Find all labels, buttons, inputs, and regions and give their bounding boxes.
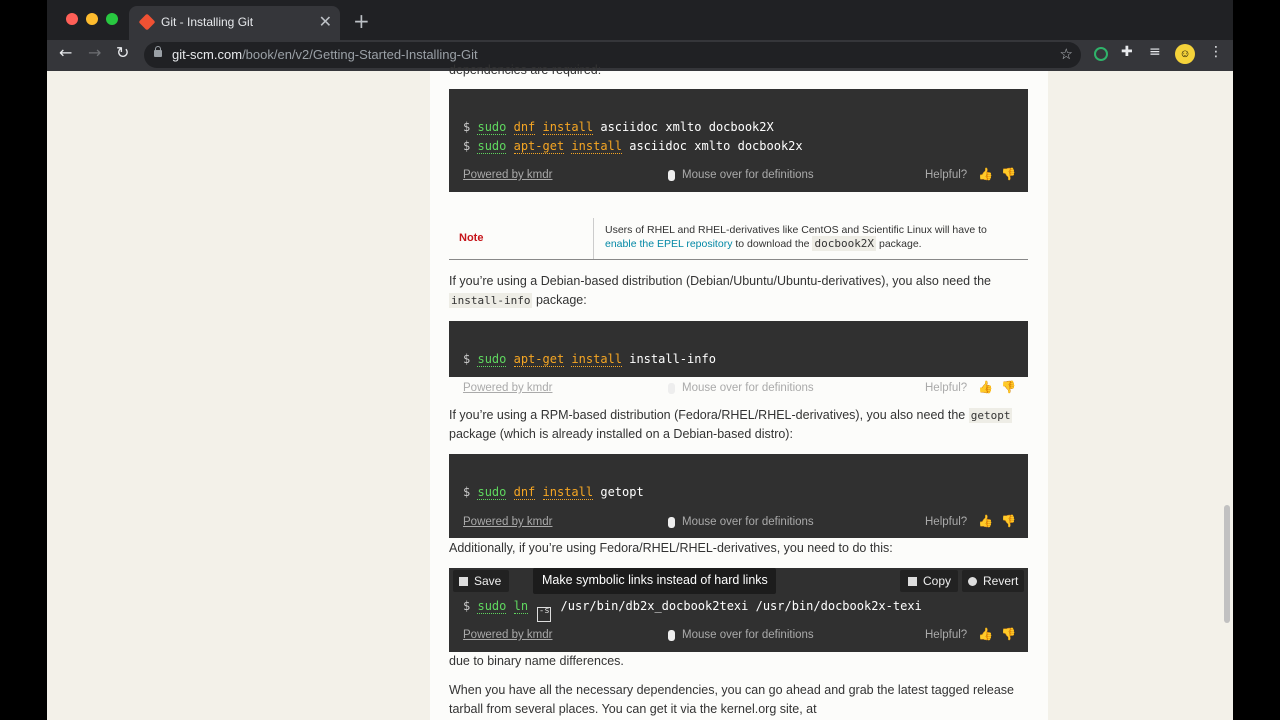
powered-by-link[interactable]: Powered by kmdr [463, 516, 552, 528]
thumbs-down-icon[interactable]: 👎 [1001, 627, 1016, 641]
tab-bar: Git - Installing Git ✕ + [47, 0, 1233, 40]
minimize-window-button[interactable] [86, 13, 98, 25]
close-window-button[interactable] [66, 13, 78, 25]
url-domain: git-scm.com [172, 47, 243, 62]
save-button[interactable]: Save [453, 570, 509, 592]
extensions-puzzle-icon[interactable]: ✚ [1121, 44, 1133, 60]
mouse-icon [668, 383, 675, 394]
mouse-icon [668, 517, 675, 528]
screen: Git - Installing Git ✕ + ← → ↻ git-scm.c… [0, 0, 1280, 720]
powered-by-link[interactable]: Powered by kmdr [463, 382, 552, 394]
browser-toolbar: ← → ↻ git-scm.com/book/en/v2/Getting-Sta… [47, 40, 1233, 71]
thumbs-down-icon[interactable]: 👎 [1001, 514, 1016, 528]
page-viewport: dependencies are required: $ sudo dnf in… [47, 63, 1233, 720]
back-arrow-icon[interactable]: ← [59, 43, 72, 62]
mouseover-hint: Mouse over for definitions [682, 169, 814, 181]
forward-arrow-icon[interactable]: → [88, 43, 101, 62]
lock-icon [154, 46, 162, 57]
code-footer: Powered by kmdr Mouse over for definitio… [463, 380, 1016, 398]
command-line-1: $ sudo dnf install asciidoc xmlto docboo… [463, 120, 774, 135]
bookmark-star-icon[interactable]: ☆ [1060, 45, 1073, 63]
helpful-label: Helpful? [925, 629, 968, 641]
menu-kebab-icon[interactable]: ⋮ [1209, 44, 1223, 60]
copy-button[interactable]: Copy [900, 570, 958, 592]
code-footer: Powered by kmdr Mouse over for definitio… [463, 167, 1016, 185]
address-bar[interactable]: git-scm.com/book/en/v2/Getting-Started-I… [144, 42, 1081, 68]
clipboard-icon [908, 577, 917, 586]
browser-window: Git - Installing Git ✕ + ← → ↻ git-scm.c… [47, 0, 1233, 720]
helpful-label: Helpful? [925, 382, 968, 394]
paragraph-5-line-1: When you have all the necessary dependen… [449, 683, 1014, 697]
new-tab-button[interactable]: + [353, 9, 370, 33]
code-block-1: $ sudo dnf install asciidoc xmlto docboo… [449, 89, 1028, 192]
revert-button[interactable]: Revert [962, 570, 1024, 592]
helpful-label: Helpful? [925, 169, 968, 181]
code-footer: Powered by kmdr Mouse over for definitio… [463, 627, 1016, 645]
revert-icon [968, 577, 977, 586]
thumbs-up-icon[interactable]: 👍 [978, 514, 993, 528]
mouseover-hint: Mouse over for definitions [682, 516, 814, 528]
url-text[interactable]: git-scm.com/book/en/v2/Getting-Started-I… [172, 47, 478, 62]
profile-avatar[interactable]: ☺ [1175, 44, 1195, 64]
note-text: Users of RHEL and RHEL-derivatives like … [605, 224, 987, 251]
powered-by-link[interactable]: Powered by kmdr [463, 629, 552, 641]
command-line: $ sudo apt-get install install-info [463, 352, 716, 367]
thumbs-up-icon[interactable]: 👍 [978, 380, 993, 394]
paragraph-4: due to binary name differences. [449, 654, 624, 668]
tab-title: Git - Installing Git [161, 15, 254, 29]
url-path: /book/en/v2/Getting-Started-Installing-G… [242, 47, 478, 62]
tab-active[interactable]: Git - Installing Git ✕ [129, 6, 340, 40]
command-line-2: $ sudo apt-get install asciidoc xmlto do… [463, 139, 803, 154]
thumbs-up-icon[interactable]: 👍 [978, 627, 993, 641]
paragraph-3: Additionally, if you’re using Fedora/RHE… [449, 541, 893, 555]
tab-close-icon[interactable]: ✕ [319, 12, 332, 32]
command-line: $ sudo dnf install getopt [463, 485, 644, 500]
thumbs-down-icon[interactable]: 👎 [1001, 167, 1016, 181]
note-admonition: Note Users of RHEL and RHEL-derivatives … [449, 218, 1028, 260]
mouseover-hint: Mouse over for definitions [682, 382, 814, 394]
epel-link[interactable]: enable the EPEL repository [605, 238, 732, 250]
maximize-window-button[interactable] [106, 13, 118, 25]
scrollbar[interactable] [1220, 71, 1233, 720]
mouseover-hint: Mouse over for definitions [682, 629, 814, 641]
git-favicon-icon [138, 13, 156, 31]
code-block-2: $ sudo apt-get install install-info Powe… [449, 321, 1028, 394]
thumbs-down-icon[interactable]: 👎 [1001, 380, 1016, 394]
paragraph-2: If you’re using a RPM-based distribution… [449, 408, 1013, 441]
extension-icon[interactable] [1094, 47, 1108, 61]
helpful-label: Helpful? [925, 516, 968, 528]
code-block-3: $ sudo dnf install getopt Powered by kmd… [449, 454, 1028, 538]
powered-by-link[interactable]: Powered by kmdr [463, 169, 552, 181]
note-divider [593, 218, 594, 259]
thumbs-up-icon[interactable]: 👍 [978, 167, 993, 181]
text-top: dependencies are required: [449, 63, 602, 77]
code-footer: Powered by kmdr Mouse over for definitio… [463, 514, 1016, 532]
reload-icon[interactable]: ↻ [116, 43, 129, 62]
scrollbar-thumb[interactable] [1224, 505, 1230, 623]
command-line: $ sudo ln -s /usr/bin/db2x_docbook2texi … [463, 599, 922, 622]
paragraph-1: If you’re using a Debian-based distribut… [449, 274, 991, 308]
flag-symbolic-icon[interactable]: -s [537, 607, 552, 622]
mouse-icon [668, 630, 675, 641]
flag-tooltip: Make symbolic links instead of hard link… [533, 568, 776, 594]
paragraph-5-line-2: tarball from several places. You can get… [449, 702, 817, 716]
note-label: Note [459, 232, 484, 244]
reading-list-icon[interactable]: ≡ [1149, 44, 1161, 60]
save-icon [459, 577, 468, 586]
mouse-icon [668, 170, 675, 181]
